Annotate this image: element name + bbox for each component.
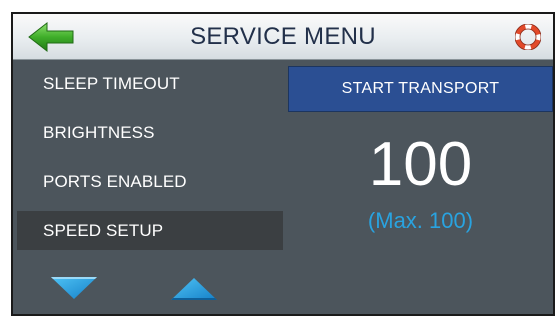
menu-item-label: PORTS ENABLED bbox=[43, 171, 187, 191]
page-title: SERVICE MENU bbox=[190, 23, 376, 50]
menu-item-label: BRIGHTNESS bbox=[43, 122, 155, 142]
menu-item-ports-enabled[interactable]: PORTS ENABLED bbox=[17, 162, 283, 201]
down-triangle-icon bbox=[51, 277, 97, 299]
menu-item-label: SPEED SETUP bbox=[43, 220, 164, 240]
menu-item-label: SLEEP TIMEOUT bbox=[43, 73, 180, 93]
up-triangle-icon bbox=[171, 278, 217, 300]
scroll-down-button[interactable] bbox=[49, 273, 99, 301]
menu-item-sleep-timeout[interactable]: SLEEP TIMEOUT bbox=[17, 64, 283, 103]
scroll-up-button[interactable] bbox=[169, 276, 219, 302]
menu-item-brightness[interactable]: BRIGHTNESS bbox=[17, 113, 283, 152]
settings-menu: SLEEP TIMEOUT BRIGHTNESS PORTS ENABLED S… bbox=[17, 64, 283, 260]
start-transport-button[interactable]: START TRANSPORT bbox=[288, 66, 553, 112]
header-bar: SERVICE MENU bbox=[13, 14, 553, 60]
speed-value: 100 bbox=[368, 130, 473, 199]
help-button[interactable] bbox=[514, 23, 542, 51]
service-menu-screen: SERVICE MENU SLEEP TIMEOUT BRIGHTNESS PO… bbox=[11, 12, 555, 316]
max-value-label: (Max. 100) bbox=[367, 208, 474, 233]
menu-item-speed-setup[interactable]: SPEED SETUP bbox=[17, 211, 283, 250]
lifebuoy-icon bbox=[514, 23, 542, 51]
